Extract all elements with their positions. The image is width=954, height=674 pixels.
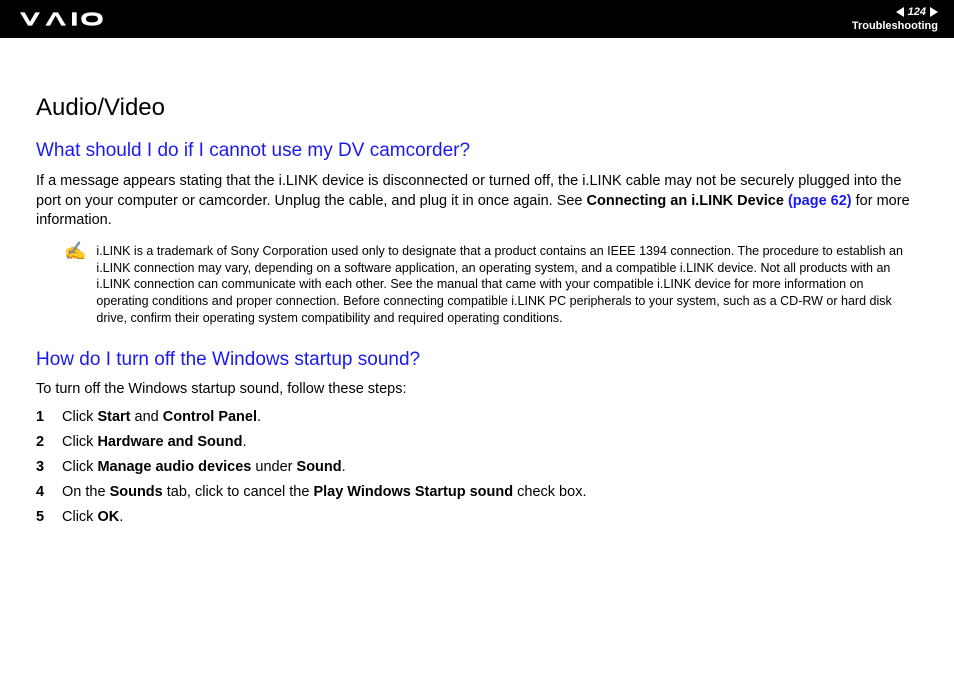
header-meta: 124 Troubleshooting [852, 6, 938, 32]
ui-label: Sound [297, 459, 342, 475]
note-icon: ✍ [64, 241, 86, 327]
ui-label: Play Windows Startup sound [313, 484, 513, 500]
text-run: Click [62, 459, 97, 475]
question-2-heading: How do I turn off the Windows startup so… [36, 349, 918, 371]
text-run: . [242, 434, 246, 450]
section-label: Troubleshooting [852, 20, 938, 32]
ui-label: Hardware and Sound [97, 434, 242, 450]
text-run: On the [62, 484, 110, 500]
text-run: check box. [513, 484, 586, 500]
question-1-heading: What should I do if I cannot use my DV c… [36, 140, 918, 162]
text-run: under [251, 459, 296, 475]
page-nav: 124 [896, 6, 938, 18]
ui-label: Manage audio devices [97, 459, 251, 475]
page-title: Audio/Video [36, 94, 918, 122]
prev-page-icon[interactable] [896, 7, 904, 17]
text-run: Click [62, 409, 97, 425]
header-bar: 124 Troubleshooting [0, 0, 954, 38]
step-item: Click Start and Control Panel. [36, 409, 918, 425]
text-run: . [342, 459, 346, 475]
text-run: Click [62, 434, 97, 450]
steps-intro: To turn off the Windows startup sound, f… [36, 381, 918, 397]
note-block: ✍ i.LINK is a trademark of Sony Corporat… [64, 243, 918, 327]
text-run: . [257, 409, 261, 425]
ui-label: Sounds [110, 484, 163, 500]
content-area: Audio/Video What should I do if I cannot… [0, 38, 954, 525]
page-number: 124 [908, 6, 926, 18]
step-item: Click Hardware and Sound. [36, 434, 918, 450]
step-item: On the Sounds tab, click to cancel the P… [36, 484, 918, 500]
question-1-body: If a message appears stating that the i.… [36, 172, 918, 231]
vaio-logo [20, 11, 127, 27]
ui-label: Control Panel [163, 409, 257, 425]
steps-list: Click Start and Control Panel. Click Har… [36, 409, 918, 525]
text-run: . [119, 509, 123, 525]
page-ref-link[interactable]: (page 62) [784, 193, 852, 209]
ref-title: Connecting an i.LINK Device [587, 193, 784, 209]
step-item: Click Manage audio devices under Sound. [36, 459, 918, 475]
note-text: i.LINK is a trademark of Sony Corporatio… [96, 243, 918, 327]
ui-label: Start [97, 409, 130, 425]
ui-label: OK [97, 509, 119, 525]
text-run: tab, click to cancel the [163, 484, 314, 500]
text-run: and [131, 409, 163, 425]
step-item: Click OK. [36, 509, 918, 525]
text-run: Click [62, 509, 97, 525]
next-page-icon[interactable] [930, 7, 938, 17]
